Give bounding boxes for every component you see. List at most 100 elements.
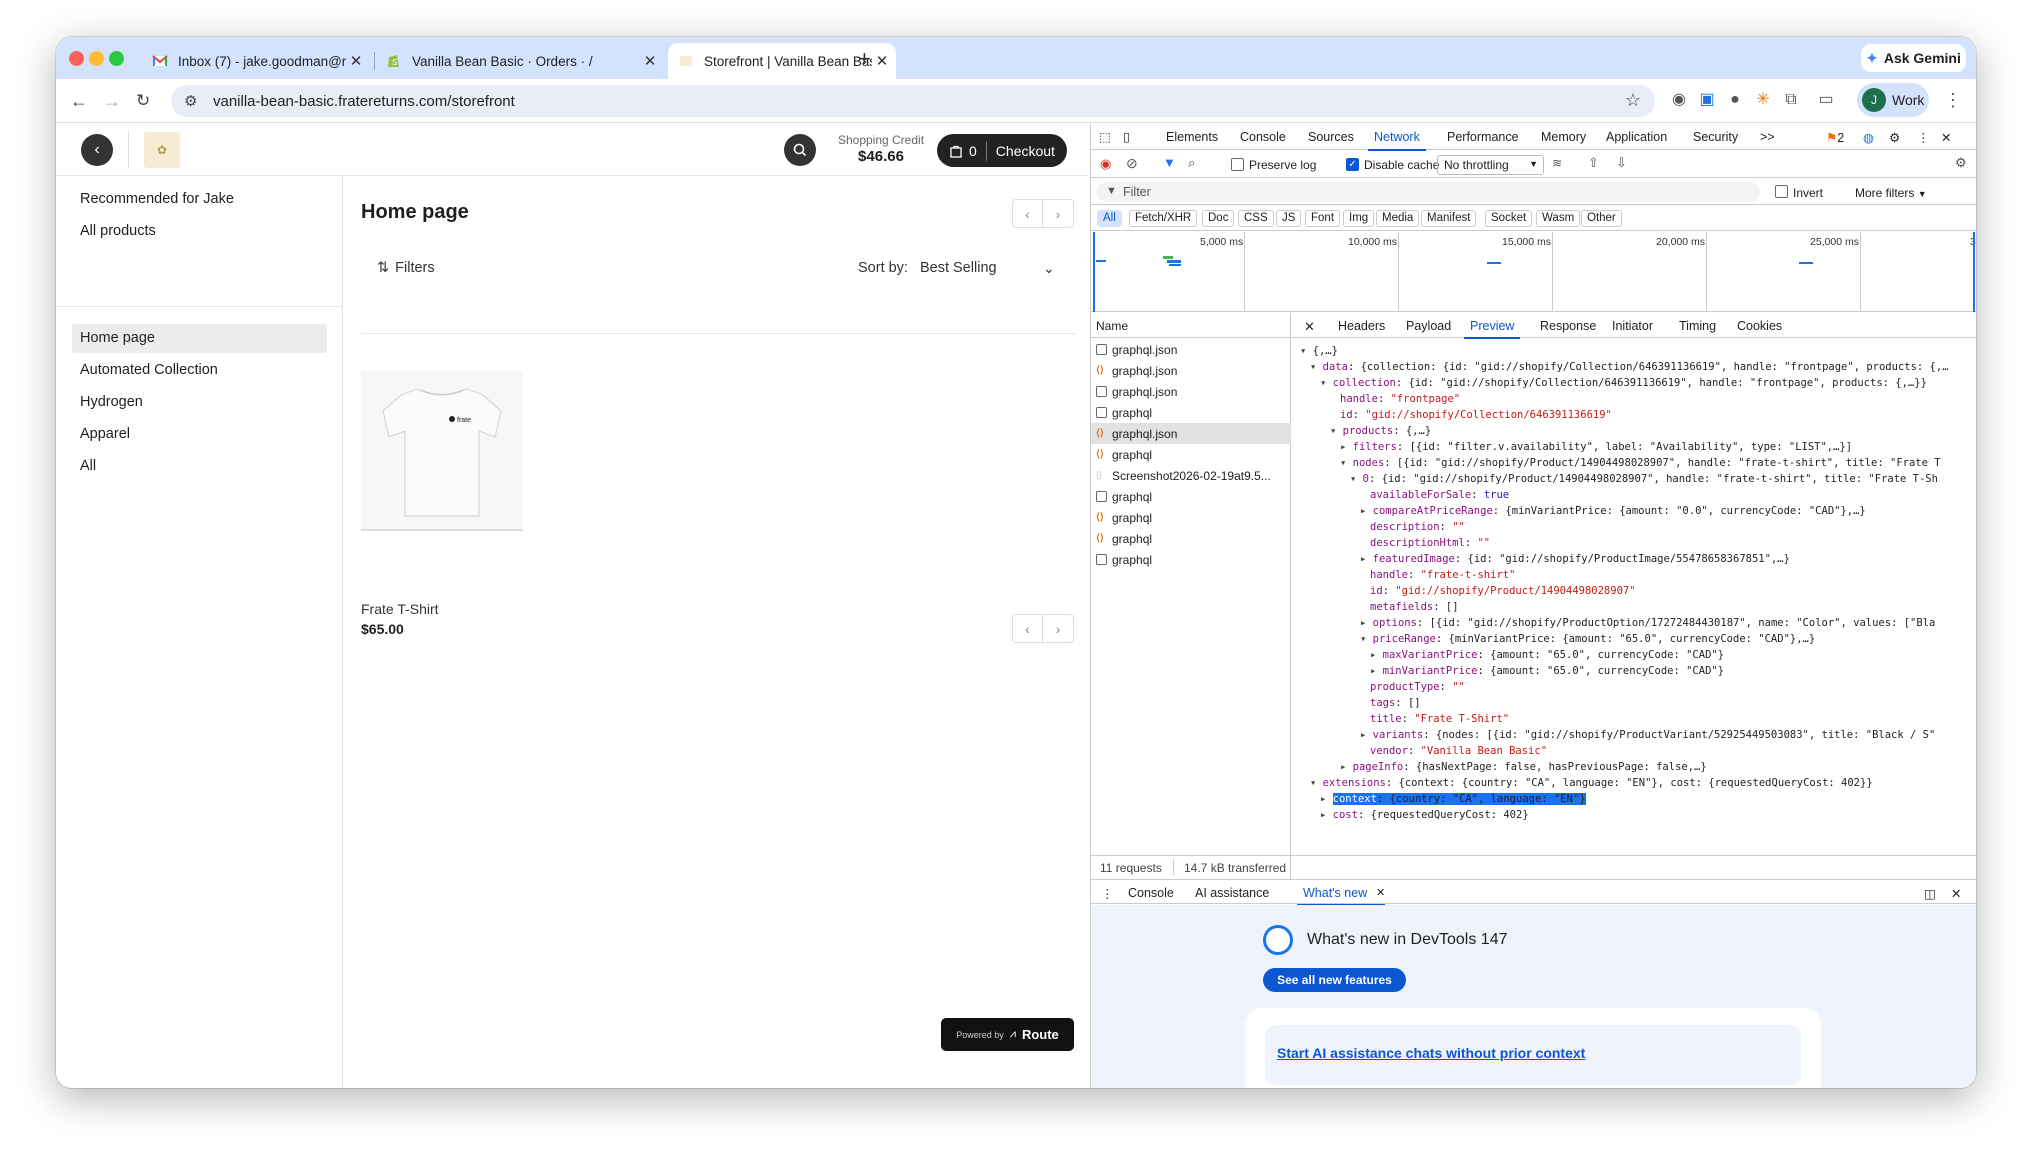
expanded-triangle-icon[interactable]: ▾ (1300, 345, 1313, 357)
sidebar-item-all[interactable]: All (80, 458, 96, 474)
tab-network[interactable]: Network (1368, 130, 1426, 151)
tab-console[interactable]: Console (1240, 130, 1286, 144)
issues-badge[interactable]: ⚑2 (1826, 130, 1844, 145)
tab-search-icon[interactable]: ▭ (1816, 90, 1836, 110)
tab-timing[interactable]: Timing (1679, 319, 1716, 333)
close-icon[interactable]: ✕ (872, 52, 892, 70)
collapsed-triangle-icon[interactable]: ▸ (1340, 761, 1353, 773)
expanded-triangle-icon[interactable]: ▾ (1330, 425, 1343, 437)
name-column-header[interactable]: Name (1091, 313, 1291, 338)
request-row[interactable]: graphql (1091, 549, 1291, 570)
search-button[interactable] (784, 134, 816, 166)
extension-icon[interactable]: ▣ (1697, 90, 1717, 110)
sidebar-item-recommended[interactable]: Recommended for Jake (80, 191, 234, 207)
collapsed-triangle-icon[interactable]: ▸ (1370, 665, 1383, 677)
type-filter-fetch-xhr[interactable]: Fetch/XHR (1129, 210, 1198, 227)
sidebar-item-hydrogen[interactable]: Hydrogen (80, 394, 143, 410)
type-filter-img[interactable]: Img (1343, 210, 1375, 227)
expanded-triangle-icon[interactable]: ▾ (1310, 361, 1323, 373)
tab-sources[interactable]: Sources (1308, 130, 1354, 144)
more-filters-button[interactable]: More filters ▼ (1855, 186, 1927, 200)
address-bar[interactable]: ⚙ vanilla-bean-basic.fratereturns.com/st… (171, 85, 1655, 117)
tab-memory[interactable]: Memory (1541, 130, 1586, 144)
json-preview-tree[interactable]: ▾ {,…} ▾ data: {collection: {id: "gid://s… (1300, 343, 1976, 823)
sidebar-item-apparel[interactable]: Apparel (80, 426, 130, 442)
tab-gmail[interactable]: Inbox (7) - jake.goodman@ro ✕ (142, 43, 370, 79)
back-arrow-icon[interactable]: ← (70, 91, 88, 112)
json-line[interactable]: ▸ minVariantPrice: {amount: "65.0", curr… (1300, 663, 1976, 679)
json-line[interactable]: ▾ extensions: {context: {country: "CA", … (1300, 775, 1976, 791)
json-line[interactable]: ▾ products: {,…} (1300, 423, 1976, 439)
type-filter-media[interactable]: Media (1376, 210, 1420, 227)
sidebar-item-all-products[interactable]: All products (80, 223, 156, 239)
extension-icon[interactable]: ◉ (1669, 90, 1689, 110)
upload-icon[interactable]: ⇧ (1588, 155, 1599, 171)
collapsed-triangle-icon[interactable]: ▸ (1360, 553, 1373, 565)
minimize-window-button[interactable] (89, 51, 104, 66)
tab-initiator[interactable]: Initiator (1612, 319, 1653, 333)
type-filter-doc[interactable]: Doc (1202, 210, 1235, 227)
json-line[interactable]: ▸ filters: [{id: "filter.v.availability"… (1300, 439, 1976, 455)
extension-icon[interactable]: ● (1725, 90, 1745, 110)
product-name[interactable]: Frate T-Shirt (361, 601, 439, 617)
request-row[interactable]: ⟨⟩ graphql (1091, 507, 1291, 528)
tab-cookies[interactable]: Cookies (1737, 319, 1782, 333)
invert-checkbox[interactable] (1775, 185, 1788, 198)
device-toolbar-icon[interactable]: ▯ (1123, 129, 1130, 144)
prev-page-button[interactable]: ‹ (1012, 199, 1043, 228)
expanded-triangle-icon[interactable]: ▾ (1310, 777, 1323, 789)
json-line[interactable]: ▸ pageInfo: {hasNextPage: false, hasPrev… (1300, 759, 1976, 775)
close-icon[interactable]: ✕ (1951, 886, 1961, 901)
json-line[interactable]: ▾ data: {collection: {id: "gid://shopify… (1300, 359, 1976, 375)
tab-headers[interactable]: Headers (1338, 319, 1385, 333)
sidebar-item-automated-collection[interactable]: Automated Collection (80, 362, 218, 378)
json-line[interactable]: ▸ context: {country: "CA", language: "EN… (1300, 791, 1976, 807)
extension-icon[interactable]: ✳ (1753, 90, 1773, 110)
json-line[interactable]: ▾ {,…} (1300, 343, 1976, 359)
checkout-button[interactable]: 0 Checkout (937, 134, 1067, 167)
expanded-triangle-icon[interactable]: ▾ (1340, 457, 1353, 469)
request-row[interactable]: ⟨⟩ graphql (1091, 444, 1291, 465)
request-row[interactable]: graphql (1091, 402, 1291, 423)
expanded-triangle-icon[interactable]: ▾ (1350, 473, 1363, 485)
json-line[interactable]: ▾ 0: {id: "gid://shopify/Product/1490449… (1300, 471, 1976, 487)
close-icon[interactable]: ✕ (640, 52, 660, 70)
back-button[interactable]: ‹ (81, 134, 113, 166)
bookmark-star-icon[interactable]: ☆ (1625, 90, 1641, 111)
request-row[interactable]: graphql.json (1091, 339, 1291, 360)
tab-application[interactable]: Application (1606, 130, 1667, 144)
ask-gemini-button[interactable]: ✦ Ask Gemini (1861, 44, 1966, 72)
kebab-menu-icon[interactable]: ⋮ (1101, 886, 1114, 901)
gear-icon[interactable]: ⚙ (1955, 155, 1967, 171)
puzzle-icon[interactable]: ⧉ (1781, 90, 1801, 110)
profile-button[interactable]: J Work (1857, 83, 1929, 117)
tab-payload[interactable]: Payload (1406, 319, 1451, 333)
prev-page-button[interactable]: ‹ (1012, 614, 1043, 643)
collapsed-triangle-icon[interactable]: ▸ (1360, 617, 1373, 629)
json-line[interactable]: ▸ cost: {requestedQueryCost: 402} (1300, 807, 1976, 823)
site-settings-icon[interactable]: ⚙ (184, 92, 197, 110)
filter-icon[interactable]: ▼ (1163, 155, 1176, 170)
json-line[interactable]: ▸ featuredImage: {id: "gid://shopify/Pro… (1300, 551, 1976, 567)
request-row[interactable]: graphql (1091, 486, 1291, 507)
tab-security[interactable]: Security (1693, 130, 1738, 144)
close-icon[interactable]: ✕ (1304, 319, 1315, 335)
tab-shopify[interactable]: S Vanilla Bean Basic · Orders · / ✕ (376, 43, 664, 79)
chevron-down-icon[interactable]: ⌄ (1043, 260, 1055, 277)
type-filter-css[interactable]: CSS (1238, 210, 1274, 227)
zoom-window-button[interactable] (109, 51, 124, 66)
collapsed-triangle-icon[interactable]: ▸ (1360, 729, 1373, 741)
json-line[interactable]: ▸ maxVariantPrice: {amount: "65.0", curr… (1300, 647, 1976, 663)
feature-link[interactable]: Start AI assistance chats without prior … (1277, 1045, 1585, 1061)
request-row[interactable]: graphql.json (1091, 381, 1291, 402)
tab-elements[interactable]: Elements (1166, 130, 1218, 144)
json-line[interactable]: ▾ nodes: [{id: "gid://shopify/Product/14… (1300, 455, 1976, 471)
collapsed-triangle-icon[interactable]: ▸ (1360, 505, 1373, 517)
filters-button[interactable]: ⇅ Filters (377, 260, 435, 276)
forward-arrow-icon[interactable]: → (103, 91, 121, 112)
more-tabs-button[interactable]: >> (1760, 130, 1775, 144)
request-row[interactable]: ⟨⟩ graphql.json (1091, 423, 1291, 444)
close-icon[interactable]: ✕ (346, 52, 366, 70)
drawer-tab-ai-assistance[interactable]: AI assistance (1195, 886, 1269, 900)
type-filter-font[interactable]: Font (1305, 210, 1341, 227)
